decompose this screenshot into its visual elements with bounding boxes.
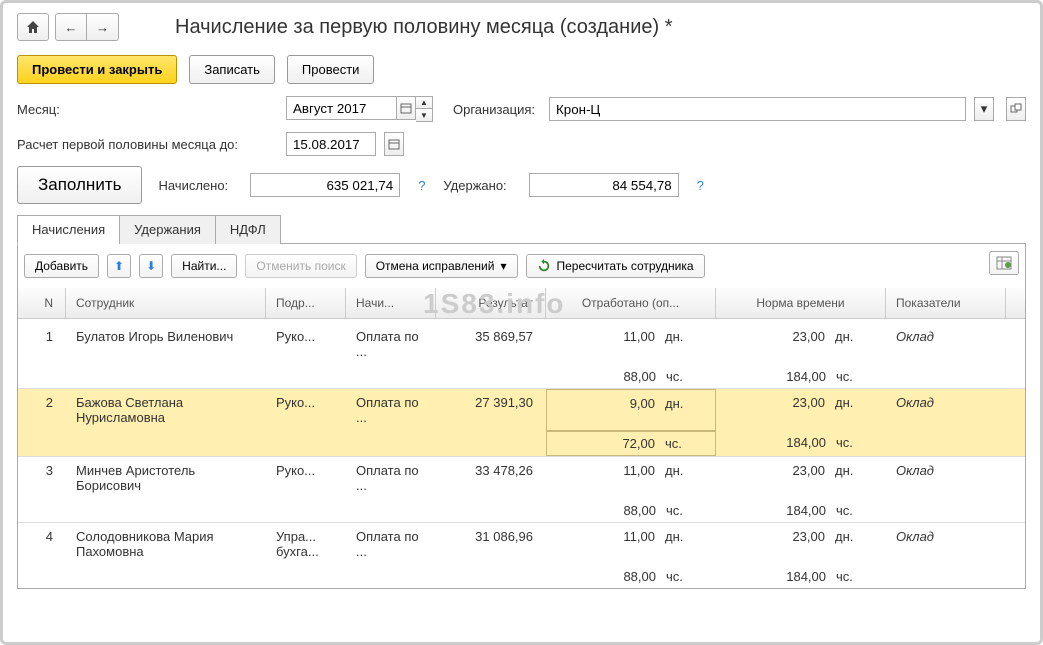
- table-row[interactable]: 3 Минчев Аристотель Борисович Руко... Оп…: [18, 456, 1025, 499]
- home-button[interactable]: [17, 13, 49, 41]
- col-worked[interactable]: Отработано (оп...: [546, 288, 716, 318]
- org-dropdown-button[interactable]: ▾: [974, 97, 994, 121]
- forward-button[interactable]: →: [87, 13, 119, 41]
- table-row-sub[interactable]: 88,00чс. 184,00чс.: [18, 499, 1025, 522]
- calc-until-input[interactable]: [286, 132, 376, 156]
- accrued-value[interactable]: [250, 173, 400, 197]
- withheld-label: Удержано:: [443, 178, 506, 193]
- tab-withholdings[interactable]: Удержания: [119, 215, 216, 244]
- accrued-label: Начислено:: [158, 178, 228, 193]
- withheld-help-icon[interactable]: ?: [695, 178, 706, 193]
- add-button[interactable]: Добавить: [24, 254, 99, 278]
- date-picker-button[interactable]: [384, 132, 404, 156]
- highlighted-worked-days[interactable]: 9,00дн.: [546, 389, 716, 431]
- org-label: Организация:: [453, 102, 535, 117]
- recalc-employee-button[interactable]: Пересчитать сотрудника: [526, 254, 705, 278]
- accrued-help-icon[interactable]: ?: [416, 178, 427, 193]
- col-indicators[interactable]: Показатели: [886, 288, 1006, 318]
- post-and-close-button[interactable]: Провести и закрыть: [17, 55, 177, 84]
- col-accrual[interactable]: Начи...: [346, 288, 436, 318]
- fill-button[interactable]: Заполнить: [17, 166, 142, 204]
- calc-until-label: Расчет первой половины месяца до:: [17, 137, 272, 152]
- month-picker-button[interactable]: [396, 96, 416, 120]
- page-title: Начисление за первую половину месяца (со…: [175, 16, 673, 39]
- tab-accruals[interactable]: Начисления: [17, 215, 120, 244]
- back-button[interactable]: ←: [55, 13, 87, 41]
- table-row-sub[interactable]: 88,00чс. 184,00чс.: [18, 565, 1025, 588]
- col-employee[interactable]: Сотрудник: [66, 288, 266, 318]
- month-label: Месяц:: [17, 102, 272, 117]
- tab-ndfl[interactable]: НДФЛ: [215, 215, 281, 244]
- month-down-button[interactable]: ▼: [416, 109, 432, 121]
- table-row-sub[interactable]: 72,00чс. 184,00чс.: [18, 431, 1025, 456]
- col-result[interactable]: Результат: [436, 288, 546, 318]
- col-dept[interactable]: Подр...: [266, 288, 346, 318]
- table-row-sub[interactable]: 88,00чс. 184,00чс.: [18, 365, 1025, 388]
- find-button[interactable]: Найти...: [171, 254, 237, 278]
- month-input[interactable]: [286, 96, 396, 120]
- highlighted-worked-hours[interactable]: 72,00чс.: [546, 431, 716, 456]
- settings-button[interactable]: [989, 251, 1019, 275]
- cancel-corrections-button[interactable]: Отмена исправлений ▾: [365, 254, 518, 278]
- col-norm[interactable]: Норма времени: [716, 288, 886, 318]
- withheld-value[interactable]: [529, 173, 679, 197]
- table-row[interactable]: 1 Булатов Игорь Виленович Руко... Оплата…: [18, 319, 1025, 365]
- table-row[interactable]: 2 Бажова Светлана Нурисламовна Руко... О…: [18, 388, 1025, 431]
- org-input[interactable]: [549, 97, 966, 121]
- save-button[interactable]: Записать: [189, 55, 275, 84]
- table-row[interactable]: 4 Солодовникова Мария Пахомовна Упра... …: [18, 522, 1025, 565]
- org-open-button[interactable]: [1006, 97, 1026, 121]
- post-button[interactable]: Провести: [287, 55, 375, 84]
- move-down-button[interactable]: ⬇: [139, 254, 163, 278]
- move-up-button[interactable]: ⬆: [107, 254, 131, 278]
- month-up-button[interactable]: ▲: [416, 97, 432, 109]
- cancel-search-button: Отменить поиск: [245, 254, 356, 278]
- col-n[interactable]: N: [18, 288, 66, 318]
